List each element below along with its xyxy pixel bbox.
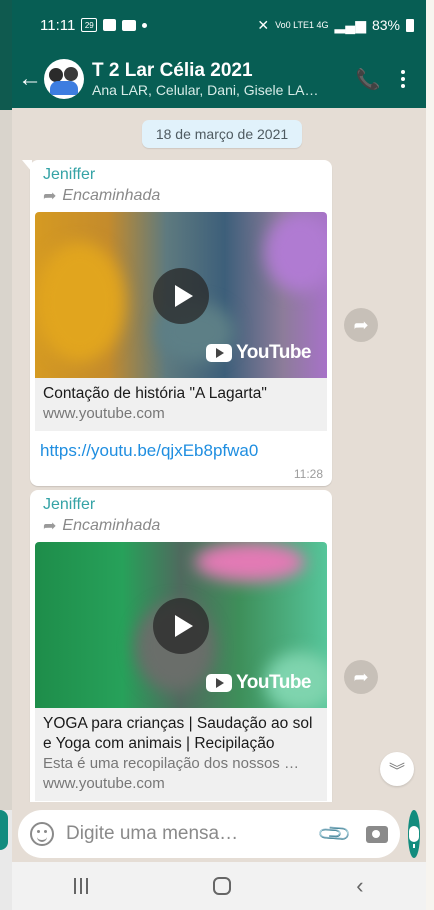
forwarded-label: ➦ Encaminhada <box>43 517 161 535</box>
message-notification-icon <box>122 19 137 31</box>
forward-arrow-icon: ➦ <box>43 188 57 205</box>
system-nav-bar: ‹ <box>12 862 426 910</box>
network-label: Vo0 LTE1 4G <box>275 20 329 30</box>
battery-percent: 83% <box>371 17 400 33</box>
recents-icon[interactable] <box>74 878 89 894</box>
message-input-box[interactable]: 📎 <box>18 810 401 858</box>
mic-icon <box>409 826 420 848</box>
forward-share-icon[interactable]: ➦ <box>344 660 378 694</box>
chat-title: T 2 Lar Célia 2021 <box>92 60 253 81</box>
forward-share-icon[interactable]: ➦ <box>344 308 378 342</box>
message-time: 11:28 <box>293 467 323 481</box>
message-sender: Jeniffer <box>43 496 96 513</box>
back-nav-icon[interactable]: ‹ <box>356 873 363 899</box>
date-chip: 18 de março de 2021 <box>142 120 302 148</box>
message-input[interactable] <box>66 823 311 845</box>
message-sender: Jeniffer <box>43 166 96 183</box>
link-preview-info[interactable]: YOGA para crianças | Saudação ao sol e Y… <box>35 708 327 801</box>
composer-row: 📎 <box>12 806 426 862</box>
battery-icon <box>406 18 414 32</box>
chat-members: Ana LAR, Celular, Dani, Gisele LA… <box>92 82 319 98</box>
right-screen-edge <box>426 0 434 910</box>
message-bubble-2[interactable]: Jeniffer ➦ Encaminhada YouTube YOGA para… <box>30 490 332 802</box>
link-title: Contação de história "A Lagarta" <box>43 385 267 402</box>
home-icon[interactable] <box>213 877 232 895</box>
link-domain: www.youtube.com <box>43 405 165 422</box>
attach-icon[interactable]: 📎 <box>316 815 354 853</box>
square-notification-icon <box>103 19 117 31</box>
status-time: 11:11 <box>40 16 76 34</box>
forward-arrow-icon: ➦ <box>43 518 57 535</box>
chat-area[interactable]: 18 de março de 2021 Jeniffer ➦ Encaminha… <box>12 108 426 802</box>
back-arrow-icon[interactable]: ← <box>18 65 42 93</box>
scroll-down-icon[interactable]: ︾ <box>380 752 414 786</box>
phone-screen: 11:11 29 ✕ Vo0 LTE1 4G ▂▄▆ 83% ← T 2 Lar… <box>12 0 426 910</box>
video-thumbnail[interactable]: YouTube <box>35 212 327 378</box>
group-avatar[interactable] <box>44 59 84 99</box>
status-bar: 11:11 29 ✕ Vo0 LTE1 4G ▂▄▆ 83% <box>12 0 426 50</box>
forwarded-label: ➦ Encaminhada <box>43 187 161 205</box>
link-preview-info[interactable]: Contação de história "A Lagarta" www.you… <box>35 378 327 431</box>
youtube-logo: YouTube <box>206 342 311 364</box>
calendar-notification-icon: 29 <box>81 18 98 32</box>
more-vert-icon[interactable] <box>388 70 418 88</box>
mic-button[interactable] <box>408 810 420 858</box>
chat-title-block[interactable]: T 2 Lar Célia 2021 Ana LAR, Celular, Dan… <box>92 60 348 98</box>
link-description: Esta é uma recopilação dos nossos … <box>43 755 299 772</box>
add-call-icon[interactable]: 📞 <box>348 67 388 92</box>
youtube-logo: YouTube <box>206 672 311 694</box>
video-thumbnail[interactable]: YouTube <box>35 542 327 708</box>
emoji-icon[interactable] <box>30 822 54 846</box>
signal-icon: ▂▄▆ <box>334 16 366 33</box>
chat-header: ← T 2 Lar Célia 2021 Ana LAR, Celular, D… <box>12 50 426 108</box>
play-icon[interactable] <box>153 268 209 324</box>
link-title: YOGA para crianças | Saudação ao sol e Y… <box>43 715 313 752</box>
left-screen-edge <box>0 0 12 910</box>
more-notifications-icon <box>142 22 148 28</box>
message-bubble-1[interactable]: Jeniffer ➦ Encaminhada YouTube Contação … <box>22 160 332 486</box>
camera-icon[interactable] <box>366 825 389 843</box>
play-icon[interactable] <box>153 598 209 654</box>
message-link[interactable]: https://youtu.be/qjxEb8pfwa0 <box>35 431 327 463</box>
mute-icon: ✕ <box>257 16 270 33</box>
link-domain: www.youtube.com <box>43 775 165 792</box>
